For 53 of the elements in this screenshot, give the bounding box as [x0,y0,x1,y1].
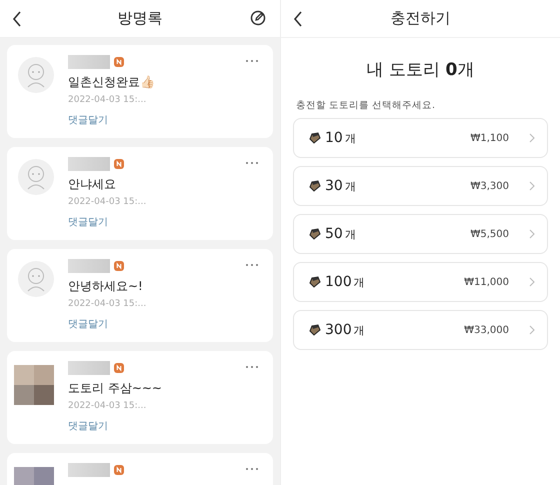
more-icon[interactable] [245,365,259,369]
acorn-icon [308,276,321,288]
reply-link[interactable]: 댓글달기 [68,113,108,127]
more-icon[interactable] [245,263,259,267]
message-text: 도토리 주삼~~~ [68,380,162,397]
avatar-icon [18,261,54,297]
blurred-name [68,157,110,171]
timestamp: 2022-04-03 15:... [68,401,146,411]
chevron-right-icon [529,325,535,335]
blurred-name [68,259,110,273]
avatar-icon [18,159,54,195]
acorn-icon [308,180,321,192]
back-icon[interactable] [293,11,303,27]
chevron-right-icon [529,133,535,143]
blurred-name [68,463,110,477]
acorn-icon [308,228,321,240]
reply-link[interactable]: 댓글달기 [68,419,108,433]
edit-icon[interactable] [250,10,266,26]
charge-option[interactable]: 300 개 ₩33,000 [293,310,548,350]
message-text: 안냐세요 [68,176,116,193]
blurred-name [68,55,110,69]
acorn-balance: 내 도토리 0개 [366,59,476,81]
acorn-icon [308,132,321,144]
message-text: 안녕하세요~! [68,278,143,295]
message-text: 일촌신청완료👍🏻 [68,74,155,91]
charge-option[interactable]: 30 개 ₩3,300 [293,166,548,206]
reply-link[interactable]: 댓글달기 [68,215,108,229]
new-badge-icon [114,261,124,271]
timestamp: 2022-04-03 15:... [68,197,146,207]
chevron-right-icon [529,229,535,239]
blurred-name [68,361,110,375]
back-icon[interactable] [12,11,22,27]
more-icon[interactable] [245,467,259,471]
chevron-right-icon [529,277,535,287]
instruction-text: 충전할 도토리를 선택해주세요. [296,99,436,112]
timestamp: 2022-04-03 15:... [68,299,146,309]
charge-option[interactable]: 50 개 ₩5,500 [293,214,548,254]
page-title: 충전하기 [390,9,450,28]
charge-option[interactable]: 10 개 ₩1,100 [293,118,548,158]
avatar-icon [18,57,54,93]
reply-link[interactable]: 댓글달기 [68,317,108,331]
more-icon[interactable] [245,59,259,63]
page-title: 방명록 [118,9,162,28]
charge-option[interactable]: 100 개 ₩11,000 [293,262,548,302]
photo-placeholder [14,365,54,405]
new-badge-icon [114,159,124,169]
acorn-icon [308,324,321,336]
timestamp: 2022-04-03 15:... [68,95,146,105]
new-badge-icon [114,57,124,67]
more-icon[interactable] [245,161,259,165]
new-badge-icon [114,363,124,373]
chevron-right-icon [529,181,535,191]
new-badge-icon [114,465,124,475]
